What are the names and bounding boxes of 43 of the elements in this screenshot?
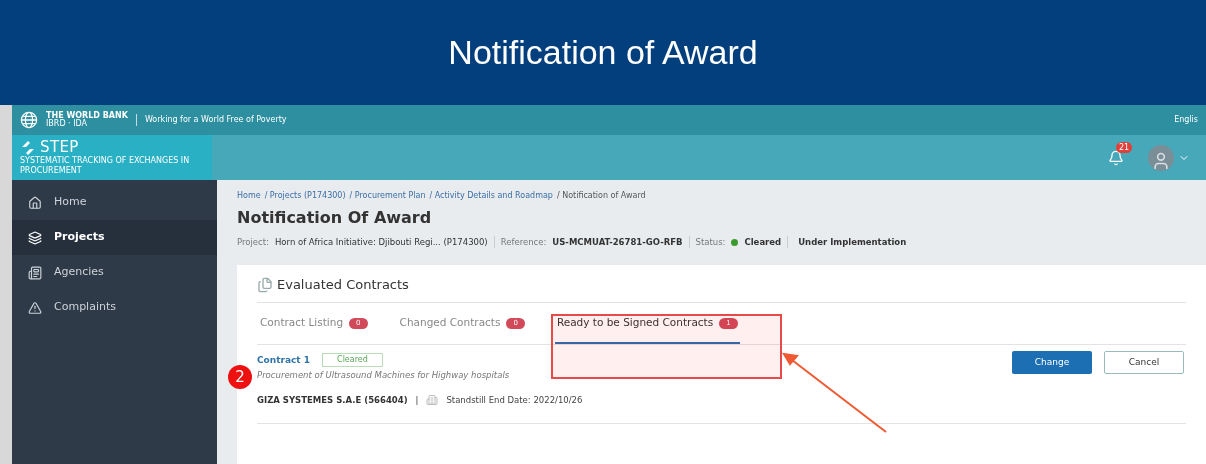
home-icon (28, 195, 42, 210)
page-title: Notification Of Award (237, 207, 433, 229)
building-icon (426, 394, 439, 407)
language-selector[interactable]: Englis (1174, 114, 1198, 126)
tagline: Working for a World Free of Poverty (144, 114, 287, 126)
org-name: THE WORLD BANK (46, 112, 128, 120)
breadcrumb-link[interactable]: Home (237, 190, 261, 202)
phase-value: Under Implementation (798, 236, 907, 249)
project-label: Project: (237, 236, 269, 249)
standstill-date: Standstill End Date: 2022/10/26 (446, 394, 583, 407)
contract-link[interactable]: Contract 1 (257, 353, 311, 367)
sidebar-item[interactable]: Complaints (12, 290, 217, 325)
reference-label: Reference: (500, 236, 547, 249)
newspaper-icon (28, 265, 42, 280)
logo-text: STEP (40, 140, 79, 155)
notification-count: 21 (1116, 141, 1133, 153)
slide-title: Notification of Award (448, 32, 758, 73)
breadcrumb-link[interactable]: / Procurement Plan (349, 190, 426, 202)
globe-logo-icon (20, 111, 38, 129)
contract-description: Procurement of Ultrasound Machines for Highway hospitals (257, 369, 511, 382)
warning-icon (28, 300, 42, 315)
sidebar-item[interactable]: Home (12, 185, 217, 220)
documents-icon (257, 276, 273, 293)
breadcrumb-link[interactable]: / Activity Details and Roadmap (429, 190, 553, 202)
sidebar-item[interactable]: Agencies (12, 255, 217, 290)
sidebar-item[interactable]: Projects (12, 220, 217, 255)
status-label: Status: (695, 236, 726, 249)
status-tag: Cleared (322, 353, 383, 368)
separator: | (415, 394, 419, 407)
project-name: Horn of Africa Initiative: Djibouti Regi... (P174300) (274, 236, 488, 249)
breadcrumb-link[interactable]: / Projects (P174300) (264, 190, 346, 202)
status-value: Cleared (744, 236, 782, 249)
change-button[interactable]: Change (1012, 351, 1092, 375)
reference-value: US-MCMUAT-26781-GO-RFB (552, 236, 683, 249)
layers-icon (28, 230, 42, 245)
bell-icon[interactable] (1108, 149, 1124, 166)
card-title: Evaluated Contracts (277, 275, 409, 294)
step-logo-icon (20, 139, 36, 156)
avatar[interactable] (1148, 144, 1174, 171)
logo-subtitle: SYSTEMATIC TRACKING OF EXCHANGES IN PROCUREMENT (20, 155, 191, 176)
org-subtitle: IBRD · IDA (46, 120, 88, 128)
cancel-button[interactable]: Cancel (1104, 351, 1184, 375)
supplier-name: GIZA SYSTEMES S.A.E (566404) (257, 394, 408, 407)
